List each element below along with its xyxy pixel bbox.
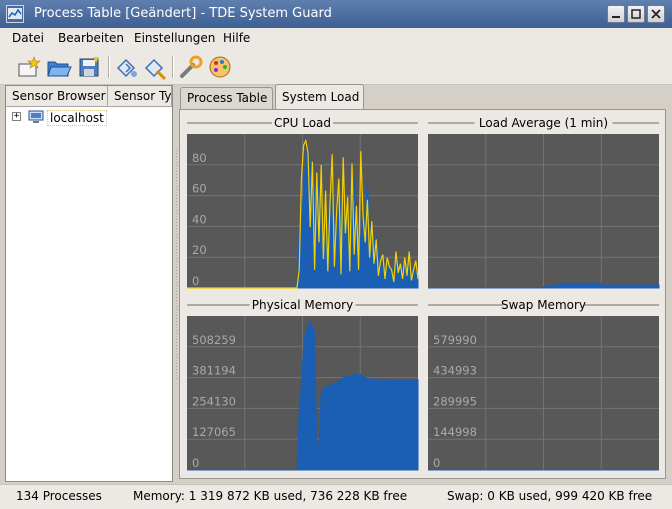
system-load-pane bbox=[179, 109, 666, 479]
sensor-browser-panel[interactable]: Sensor Browser Sensor Typ + localhost bbox=[5, 85, 173, 482]
new-sheet-icon[interactable] bbox=[16, 54, 42, 80]
open-folder-icon[interactable] bbox=[46, 54, 72, 80]
connect-host-icon[interactable] bbox=[114, 54, 140, 80]
ksysguard-app-icon[interactable] bbox=[6, 5, 24, 23]
title-bar[interactable]: Process Table [Geändert] - TDE System Gu… bbox=[0, 0, 672, 28]
minimize-button[interactable] bbox=[607, 5, 625, 23]
expand-icon[interactable]: + bbox=[12, 112, 21, 121]
column-header-sensor-browser[interactable]: Sensor Browser bbox=[6, 86, 108, 107]
close-button[interactable] bbox=[647, 5, 665, 23]
disconnect-host-icon[interactable] bbox=[142, 54, 168, 80]
menu-einstellungen[interactable]: Einstellungen bbox=[134, 31, 215, 45]
status-swap: Swap: 0 KB used, 999 420 KB free bbox=[447, 489, 653, 503]
tab-process-table[interactable]: Process Table bbox=[180, 87, 273, 109]
menu-bearbeiten[interactable]: Bearbeiten bbox=[58, 31, 124, 45]
menu-hilfe[interactable]: Hilfe bbox=[223, 31, 250, 45]
menu-bar: Datei Bearbeiten Einstellungen Hilfe bbox=[0, 28, 672, 50]
tree-item-localhost[interactable]: + localhost bbox=[10, 109, 170, 127]
save-icon[interactable] bbox=[76, 54, 102, 80]
panel-splitter[interactable] bbox=[175, 150, 178, 380]
column-header-sensor-typ[interactable]: Sensor Typ bbox=[108, 86, 172, 107]
tab-system-load[interactable]: System Load bbox=[275, 84, 364, 110]
configure-style-icon[interactable] bbox=[207, 54, 233, 80]
menu-datei[interactable]: Datei bbox=[12, 31, 44, 45]
computer-icon bbox=[28, 110, 44, 128]
window-title: Process Table [Geändert] - TDE System Gu… bbox=[34, 6, 332, 21]
maximize-button[interactable] bbox=[627, 5, 645, 23]
status-process-count: 134 Processes bbox=[16, 489, 102, 503]
tree-item-label: localhost bbox=[47, 110, 107, 126]
status-memory: Memory: 1 319 872 KB used, 736 228 KB fr… bbox=[133, 489, 408, 503]
toolbar bbox=[0, 50, 672, 85]
status-bar: 134 Processes Memory: 1 319 872 KB used,… bbox=[0, 484, 672, 509]
configure-wrench-icon[interactable] bbox=[178, 54, 204, 80]
